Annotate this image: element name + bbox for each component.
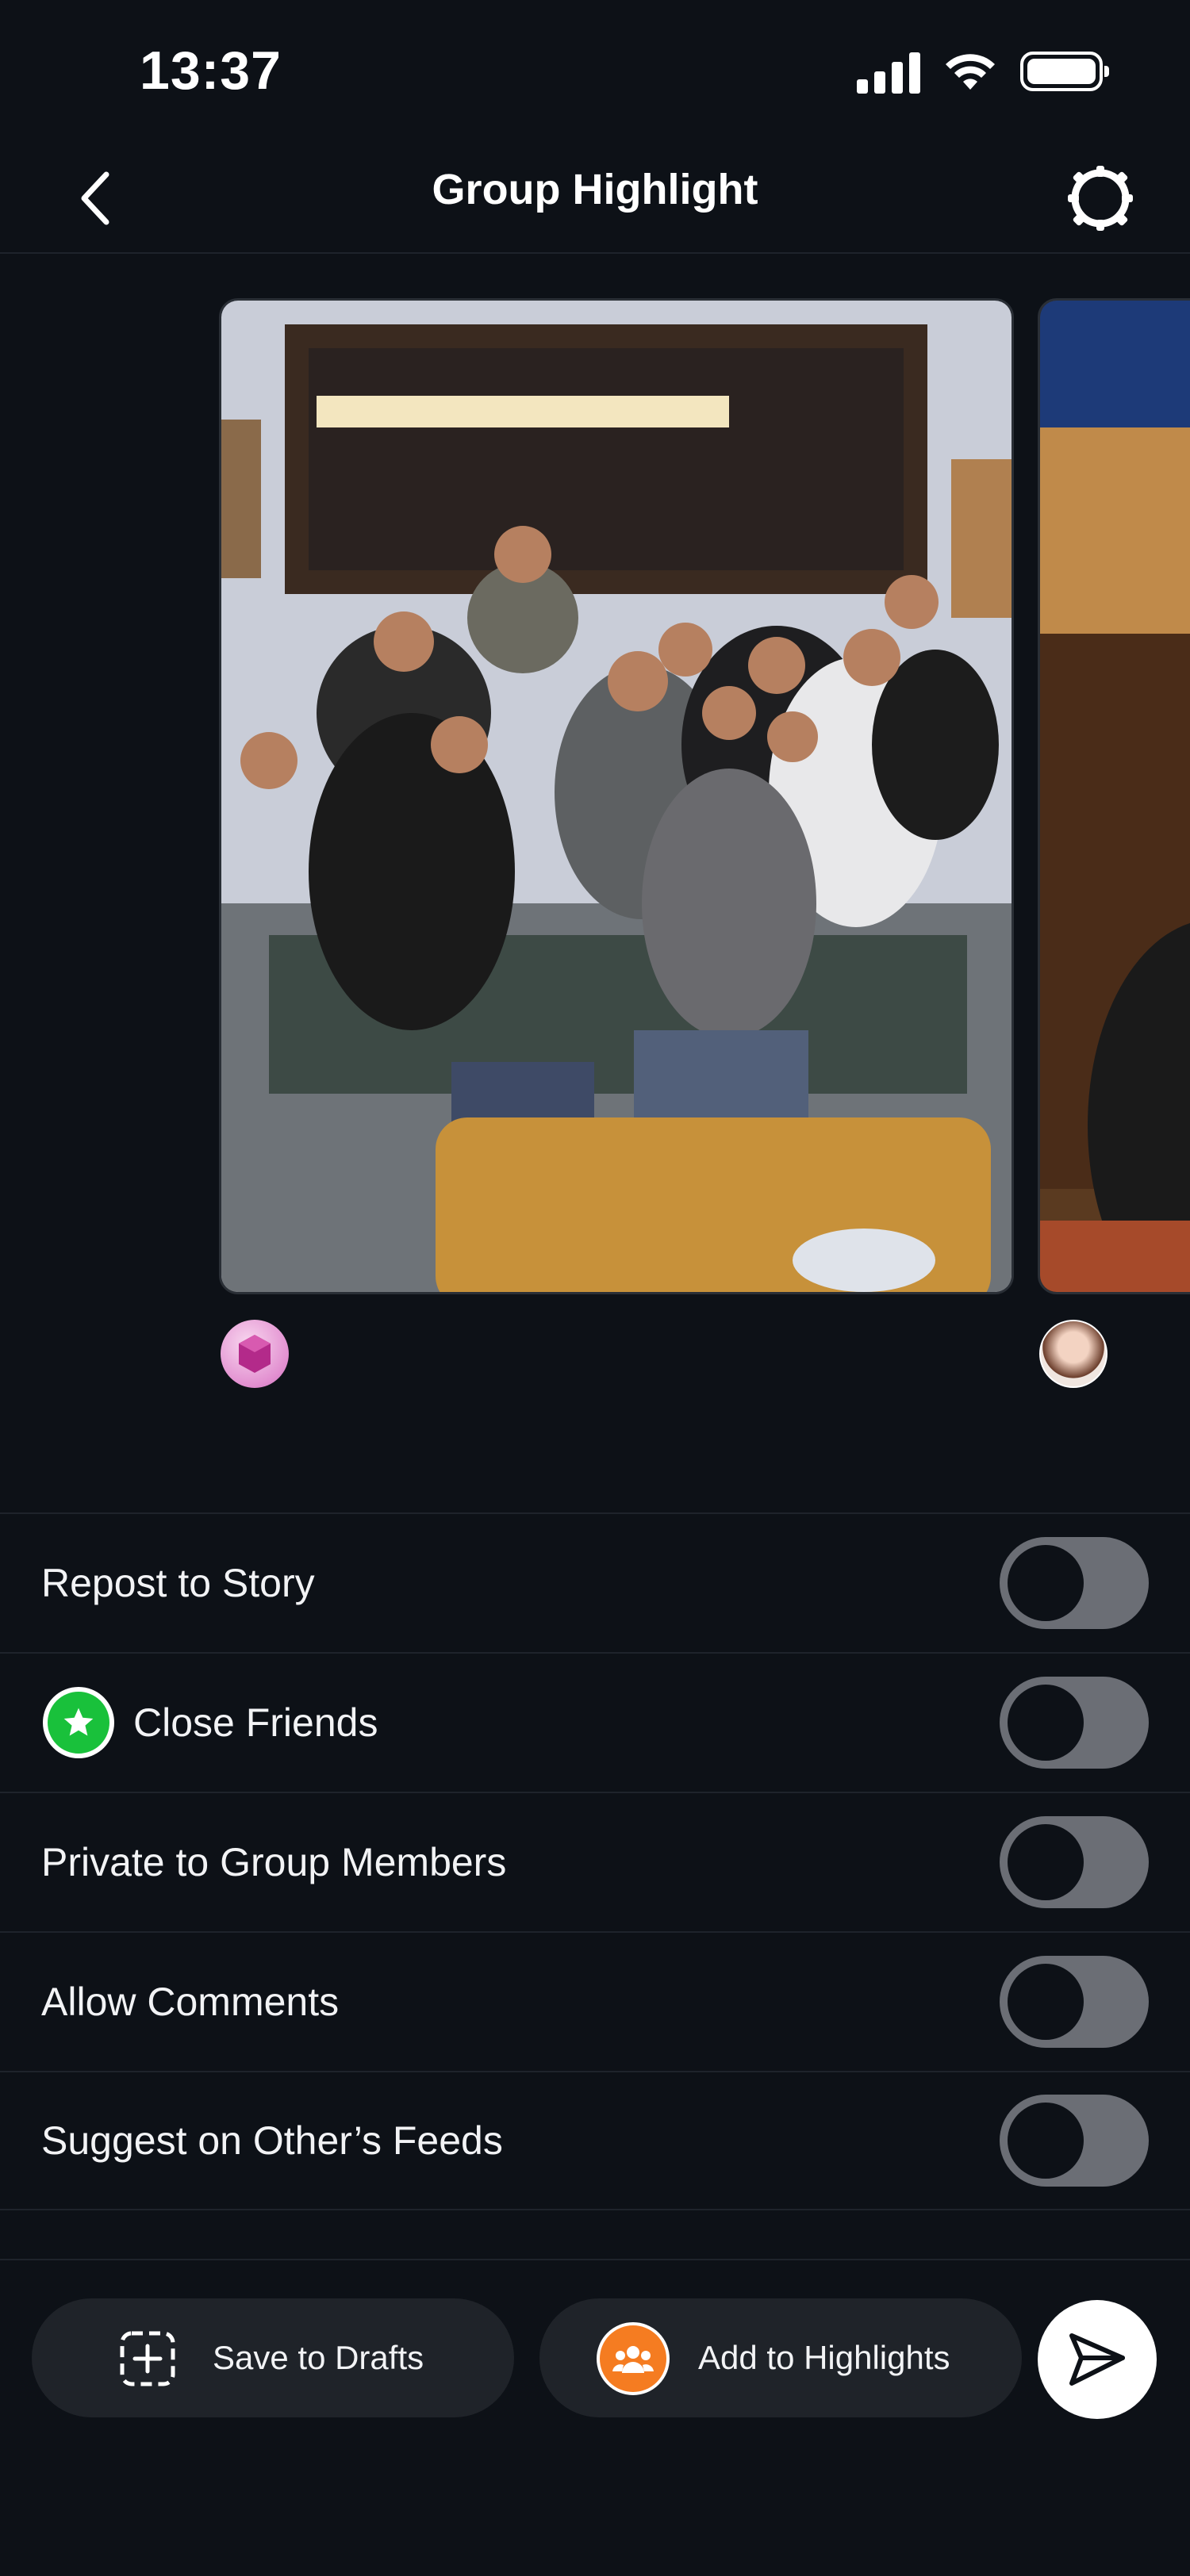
page-title: Group Highlight [432,166,758,213]
header: Group Highlight [0,143,1190,254]
setting-close-friends: Close Friends [0,1652,1190,1792]
add-to-highlights-label: Add to Highlights [698,2339,950,2376]
save-to-drafts-label: Save to Drafts [213,2339,424,2376]
add-to-highlights-button[interactable]: Add to Highlights [539,2298,1022,2417]
paper-plane-icon [1069,2333,1125,2386]
next-photo[interactable] [1038,298,1190,1294]
repost-to-story-toggle[interactable] [1000,1537,1149,1629]
wifi-icon [946,54,995,90]
group-photo[interactable] [219,298,1014,1294]
add-square-icon [120,2331,175,2386]
setting-suggest-on-feeds: Suggest on Other’s Feeds [0,2071,1190,2210]
private-to-group-toggle[interactable] [1000,1816,1149,1908]
status-bar: 13:37 [0,0,1190,143]
setting-label: Close Friends [133,1700,378,1745]
settings-list: Repost to Story Close Friends Private to… [0,1512,1190,2210]
send-button[interactable] [1038,2300,1157,2419]
cube-icon [239,1335,271,1373]
next-author-avatar[interactable] [1039,1320,1107,1388]
bottom-action-bar: Save to Drafts Add to Highlights [0,2259,1190,2576]
settings-button[interactable] [1057,159,1144,238]
suggest-on-feeds-toggle[interactable] [1000,2095,1149,2187]
setting-repost-to-story: Repost to Story [0,1512,1190,1652]
setting-label: Private to Group Members [41,1840,507,1884]
allow-comments-toggle[interactable] [1000,1956,1149,2048]
battery-icon [1020,52,1109,91]
status-icons [857,49,1109,94]
photo-carousel[interactable] [0,295,1190,1397]
save-to-drafts-button[interactable]: Save to Drafts [32,2298,514,2417]
star-icon [63,1708,94,1736]
close-friends-icon [43,1687,114,1758]
group-photo-image [221,301,1012,1292]
group-icon [597,2322,670,2395]
signal-icon [857,49,920,94]
setting-label: Repost to Story [41,1561,315,1605]
setting-label: Suggest on Other’s Feeds [41,2118,503,2163]
next-photo-image [1040,301,1190,1292]
close-friends-toggle[interactable] [1000,1677,1149,1769]
setting-label: Allow Comments [41,1980,340,2024]
setting-private-to-group: Private to Group Members [0,1792,1190,1931]
gear-icon [1068,166,1133,231]
status-time: 13:37 [140,40,282,101]
author-avatar[interactable] [221,1320,289,1388]
setting-allow-comments: Allow Comments [0,1931,1190,2071]
